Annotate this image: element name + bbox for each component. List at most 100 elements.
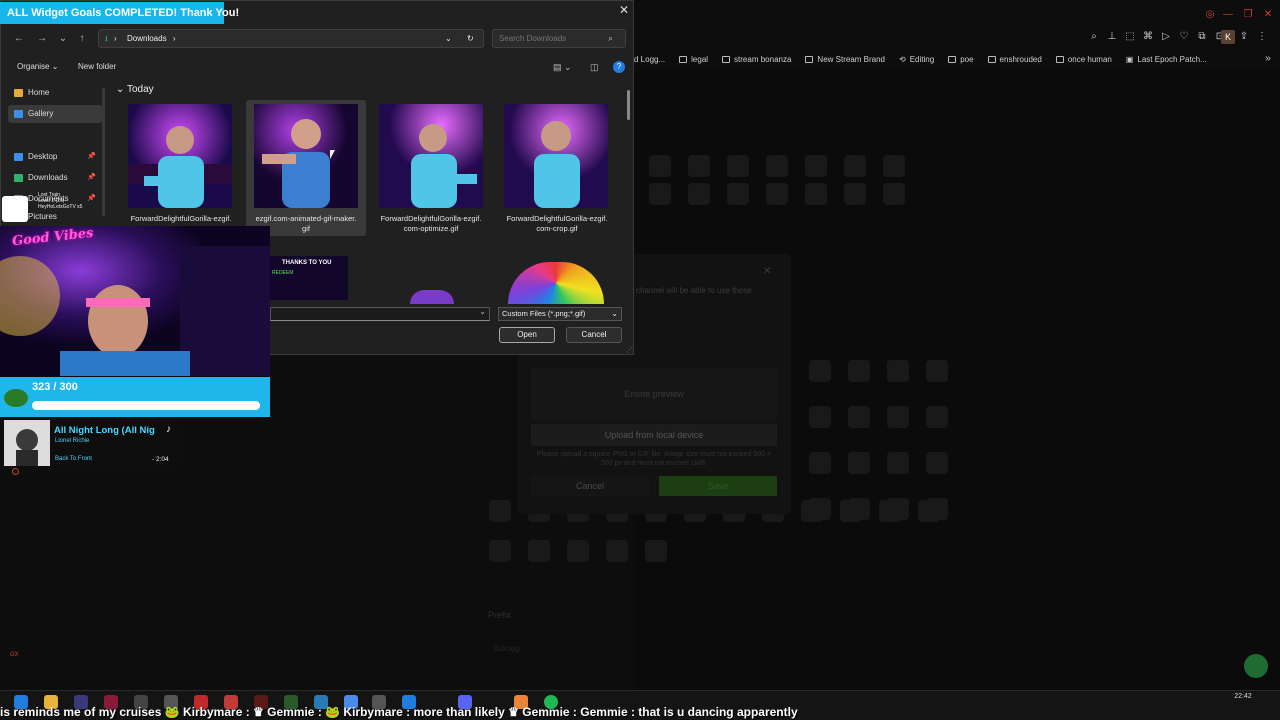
emote-tile[interactable] xyxy=(644,540,667,562)
share-icon[interactable]: ⇪ xyxy=(1238,31,1250,43)
emote-tile[interactable] xyxy=(648,155,671,177)
clock[interactable]: 22:42 xyxy=(1226,693,1260,700)
emote-tile[interactable] xyxy=(882,155,905,177)
nav-desktop[interactable]: Desktop 📌 xyxy=(8,148,102,166)
emote-tile[interactable] xyxy=(605,540,628,562)
bookmark-item[interactable]: enshrouded xyxy=(987,55,1042,64)
file-name[interactable]: ForwardDelightfulGorilla-ezgif. xyxy=(119,214,243,224)
bookmark-item[interactable]: ▣ Last Epoch Patch... xyxy=(1126,55,1207,64)
address-bar[interactable]: ⭳ › Downloads › ⌄ ↻ xyxy=(98,29,484,48)
emote-tile[interactable] xyxy=(726,155,749,177)
emote-tile[interactable] xyxy=(878,500,901,522)
emote-tile[interactable] xyxy=(808,360,831,382)
bookmark-item[interactable]: ⟲ Editing xyxy=(899,55,934,64)
upload-local-button[interactable]: Upload from local device xyxy=(531,424,777,446)
pin-icon[interactable]: ⊥ xyxy=(1106,31,1118,43)
dialog-close-icon[interactable]: ✕ xyxy=(618,4,630,16)
recent-chevron-icon[interactable]: ⌄ xyxy=(57,33,69,44)
search-input[interactable] xyxy=(492,29,626,48)
help-icon[interactable]: ? xyxy=(613,61,625,73)
chevron-down-icon[interactable]: ⌄ xyxy=(479,307,486,316)
files-scrollbar[interactable] xyxy=(627,90,630,120)
emote-tile[interactable] xyxy=(800,500,823,522)
emote-tile[interactable] xyxy=(843,155,866,177)
bookmark-item[interactable]: once human xyxy=(1055,55,1112,64)
file-thumbnail[interactable] xyxy=(504,104,608,208)
profile-avatar[interactable]: K xyxy=(1221,30,1235,44)
emote-tile[interactable] xyxy=(925,360,948,382)
file-thumbnail[interactable] xyxy=(379,104,483,208)
extension-icon[interactable]: ⌘ xyxy=(1142,31,1154,43)
emote-tile[interactable] xyxy=(804,183,827,205)
maximize-icon[interactable]: ❐ xyxy=(1242,9,1254,21)
file-name[interactable]: ForwardDelightfulGorilla-ezgif. com-crop.… xyxy=(495,214,619,234)
file-name[interactable]: ForwardDelightfulGorilla-ezgif. com-optim… xyxy=(369,214,493,234)
minimize-icon[interactable]: — xyxy=(1222,9,1234,21)
emote-tile[interactable] xyxy=(843,183,866,205)
resize-grip-icon[interactable]: ⋰ xyxy=(626,346,633,354)
emote-tile[interactable] xyxy=(765,183,788,205)
bookmark-item[interactable]: legal xyxy=(679,55,708,64)
bookmark-item[interactable]: poe xyxy=(948,55,974,64)
emote-tile[interactable] xyxy=(648,183,671,205)
back-icon[interactable]: ← xyxy=(13,33,25,44)
breadcrumb[interactable]: Downloads xyxy=(127,34,167,43)
emote-tile[interactable] xyxy=(808,452,831,474)
cancel-button[interactable]: Cancel xyxy=(566,327,622,343)
emote-tile[interactable] xyxy=(527,540,550,562)
heart-icon[interactable]: ♡ xyxy=(1178,31,1190,43)
preview-pane-icon[interactable]: ◫ xyxy=(590,62,599,73)
emote-tile[interactable] xyxy=(804,155,827,177)
emote-tile[interactable] xyxy=(687,183,710,205)
emote-tile[interactable] xyxy=(847,406,870,428)
alert-icon[interactable]: ◎ xyxy=(1204,9,1216,21)
emote-tile[interactable] xyxy=(566,540,589,562)
view-icon[interactable]: ▤ ⌄ xyxy=(553,62,572,73)
open-button[interactable]: Open xyxy=(499,327,555,343)
puzzle-icon[interactable]: ⧉ xyxy=(1196,31,1208,43)
more-bookmarks-icon[interactable]: » xyxy=(1262,53,1274,65)
disco-ball-thumbnail[interactable] xyxy=(410,290,454,304)
emote-tile[interactable] xyxy=(917,500,940,522)
play-icon[interactable]: ▷ xyxy=(1160,31,1172,43)
refresh-icon[interactable]: ↻ xyxy=(467,30,474,47)
emote-tile[interactable] xyxy=(847,452,870,474)
modal-close-icon[interactable]: ✕ xyxy=(763,266,771,277)
new-folder-button[interactable]: New folder xyxy=(78,62,116,71)
file-thumbnail[interactable]: THANKS TO YOU REDEEM xyxy=(270,256,348,300)
nav-downloads[interactable]: Downloads 📌 xyxy=(8,169,102,187)
modal-save-button[interactable]: Save xyxy=(659,476,777,496)
zoom-icon[interactable]: ⌕ xyxy=(1088,31,1100,43)
nav-scrollbar[interactable] xyxy=(102,88,105,216)
bookmark-item[interactable]: d Logg... xyxy=(634,55,665,64)
file-thumbnail[interactable] xyxy=(128,104,232,208)
nav-gallery[interactable]: Gallery xyxy=(8,105,102,123)
group-header-today[interactable]: ⌄ Today xyxy=(116,84,154,95)
screenshot-icon[interactable]: ⬚ xyxy=(1124,31,1136,43)
filename-input[interactable]: ⌄ xyxy=(270,307,490,321)
window-close-icon[interactable]: ✕ xyxy=(1262,9,1274,21)
emote-tile[interactable] xyxy=(726,183,749,205)
emote-tile[interactable] xyxy=(839,500,862,522)
emote-tile[interactable] xyxy=(925,406,948,428)
emote-tile[interactable] xyxy=(847,360,870,382)
emote-tile[interactable] xyxy=(886,406,909,428)
emote-tile[interactable] xyxy=(765,155,788,177)
nav-home[interactable]: Home xyxy=(8,84,102,102)
emote-tile[interactable] xyxy=(925,452,948,474)
modal-cancel-button[interactable]: Cancel xyxy=(531,476,649,496)
emote-tile[interactable] xyxy=(687,155,710,177)
dropdown-chevron-icon[interactable]: ⌄ xyxy=(445,30,452,47)
menu-icon[interactable]: ⋮ xyxy=(1256,31,1268,43)
bookmark-item[interactable]: New Stream Brand xyxy=(805,55,885,64)
emote-tile[interactable] xyxy=(886,360,909,382)
file-thumbnail[interactable] xyxy=(254,104,358,208)
emote-tile[interactable] xyxy=(488,540,511,562)
emote-tile[interactable] xyxy=(882,183,905,205)
emote-tile[interactable] xyxy=(808,406,831,428)
bookmark-item[interactable]: stream bonanza xyxy=(722,55,791,64)
file-type-select[interactable]: Custom Files (*.png;*.gif) ⌄ xyxy=(498,307,622,321)
forward-icon[interactable]: → xyxy=(36,33,48,44)
chat-bubble-icon[interactable] xyxy=(1244,654,1268,678)
organise-button[interactable]: Organise ⌄ xyxy=(17,62,58,71)
